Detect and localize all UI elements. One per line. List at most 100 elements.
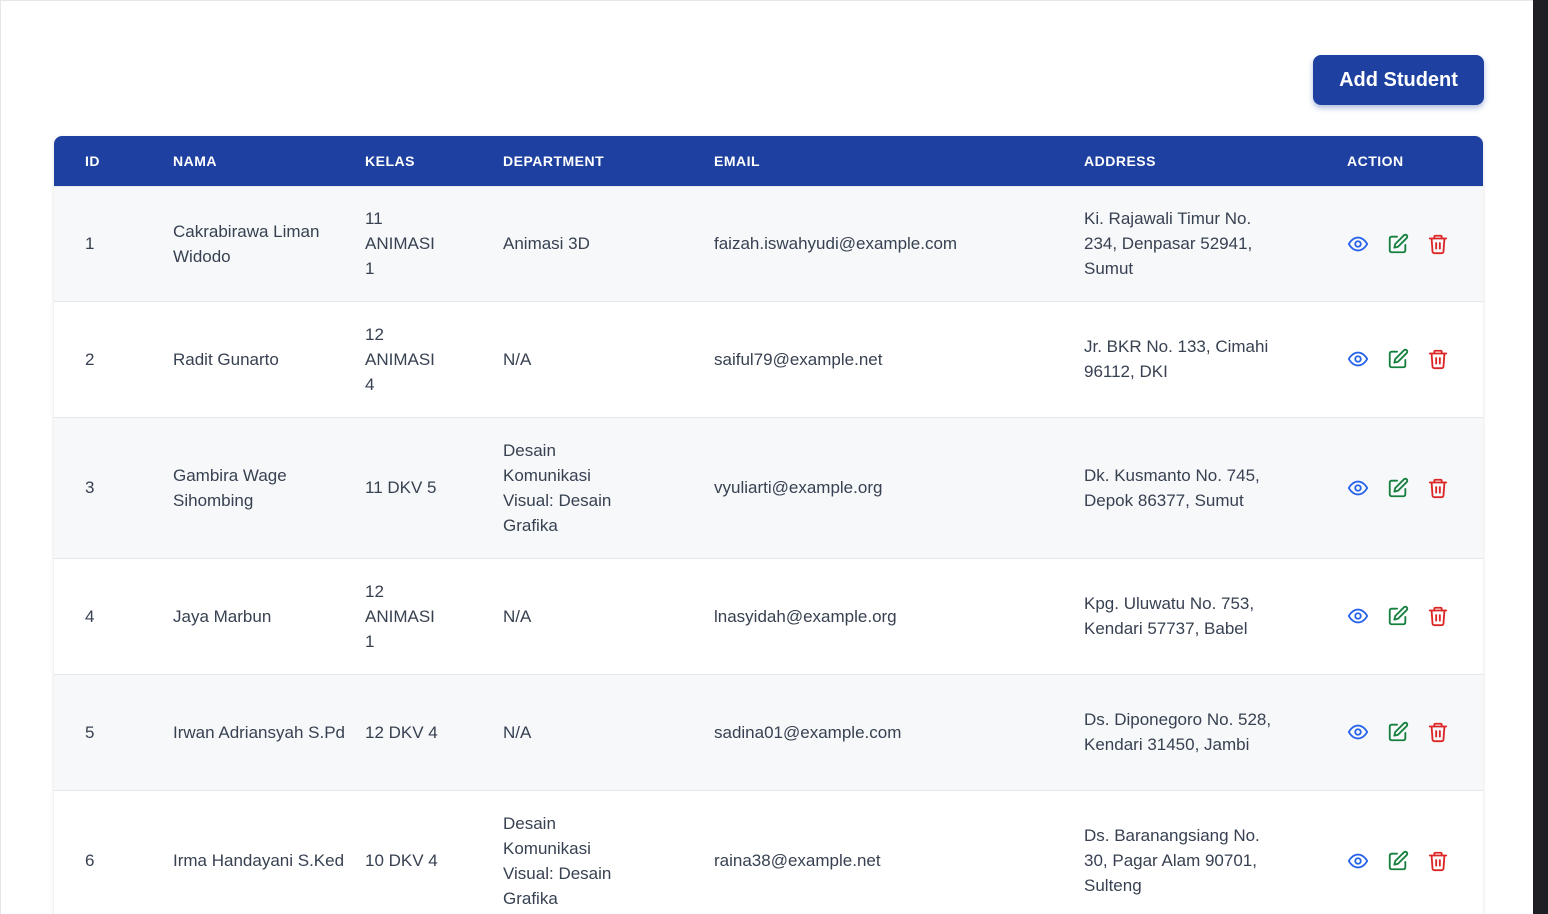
trash-icon[interactable]	[1427, 850, 1449, 872]
student-address: Jr. BKR No. 133, Cimahi 96112, DKI	[1084, 337, 1269, 381]
cell-address: Dk. Kusmanto No. 745, Depok 86377, Sumut	[1084, 416, 1347, 558]
cell-department: N/A	[503, 673, 714, 790]
eye-icon[interactable]	[1347, 348, 1369, 370]
student-class: 12 ANIMASI 1	[365, 581, 435, 651]
edit-icon[interactable]	[1387, 348, 1409, 370]
eye-icon[interactable]	[1347, 477, 1369, 499]
edit-icon[interactable]	[1387, 721, 1409, 743]
student-email: lnasyidah@example.org	[714, 606, 897, 626]
cell-id: 6	[54, 789, 173, 914]
trash-icon[interactable]	[1427, 477, 1449, 499]
student-id: 5	[85, 722, 95, 742]
student-class: 11 DKV 5	[365, 478, 437, 497]
student-class: 10 DKV 4	[365, 851, 438, 871]
student-email: faizah.iswahyudi@example.com	[714, 234, 958, 253]
student-address: Ds. Baranangsiang No. 30, Pagar Alam 907…	[1084, 826, 1260, 896]
header-nama: NAMA	[173, 152, 217, 169]
cell-nama: Jaya Marbun	[173, 557, 365, 674]
cell-kelas: 12 DKV 4	[365, 673, 503, 790]
trash-icon[interactable]	[1427, 348, 1449, 370]
cell-action	[1347, 300, 1483, 417]
student-name: Gambira Wage Sihombing	[173, 465, 287, 510]
cell-address: Ki. Rajawali Timur No. 234, Denpasar 529…	[1084, 185, 1347, 301]
student-department: N/A	[503, 349, 532, 369]
edit-icon[interactable]	[1387, 850, 1409, 872]
cell-email: lnasyidah@example.org	[714, 557, 1084, 674]
row-actions	[1347, 233, 1483, 255]
cell-id: 2	[54, 300, 173, 417]
eye-icon[interactable]	[1347, 721, 1369, 743]
row-actions	[1347, 850, 1483, 872]
page-container: Add Student ID NAMA KELAS DEPARTMENT EMA…	[0, 0, 1533, 914]
table-header-row: ID NAMA KELAS DEPARTMENT EMAIL ADDRESS A…	[54, 136, 1483, 186]
header-email: EMAIL	[714, 152, 761, 169]
add-student-button[interactable]: Add Student	[1313, 55, 1484, 105]
edit-icon[interactable]	[1387, 233, 1409, 255]
student-address: Kpg. Uluwatu No. 753, Kendari 57737, Bab…	[1084, 594, 1255, 638]
cell-nama: Gambira Wage Sihombing	[173, 416, 365, 558]
cell-id: 4	[54, 557, 173, 674]
student-name: Radit Gunarto	[173, 349, 279, 369]
table-row: 1 Cakrabirawa Liman Widodo 11 ANIMASI 1 …	[54, 185, 1483, 301]
eye-icon[interactable]	[1347, 850, 1369, 872]
student-department: Animasi 3D	[503, 234, 590, 253]
student-department: N/A	[503, 606, 532, 626]
cell-nama: Radit Gunarto	[173, 300, 365, 417]
edit-icon[interactable]	[1387, 605, 1409, 627]
cell-nama: Cakrabirawa Liman Widodo	[173, 185, 365, 301]
edit-icon[interactable]	[1387, 477, 1409, 499]
cell-email: raina38@example.net	[714, 789, 1084, 914]
cell-kelas: 12 ANIMASI 1	[365, 557, 503, 674]
cell-kelas: 10 DKV 4	[365, 789, 503, 914]
cell-department: Desain Komunikasi Visual: Desain Grafika	[503, 789, 714, 914]
student-id: 4	[85, 606, 95, 626]
cell-kelas: 12 ANIMASI 4	[365, 300, 503, 417]
student-class: 12 DKV 4	[365, 722, 438, 742]
header-address: ADDRESS	[1084, 152, 1156, 169]
student-name: Cakrabirawa Liman Widodo	[173, 221, 320, 266]
student-address: Ds. Diponegoro No. 528, Kendari 31450, J…	[1084, 710, 1272, 754]
trash-icon[interactable]	[1427, 605, 1449, 627]
trash-icon[interactable]	[1427, 233, 1449, 255]
cell-action	[1347, 416, 1483, 558]
cell-email: sadina01@example.com	[714, 673, 1084, 790]
cell-action	[1347, 673, 1483, 790]
student-email: saiful79@example.net	[714, 349, 883, 369]
header-action: ACTION	[1347, 152, 1404, 169]
student-email: vyuliarti@example.org	[714, 478, 883, 497]
student-address: Ki. Rajawali Timur No. 234, Denpasar 529…	[1084, 209, 1253, 278]
cell-department: Animasi 3D	[503, 185, 714, 301]
header-department: DEPARTMENT	[503, 152, 605, 169]
table-row: 5 Irwan Adriansyah S.Pd 12 DKV 4 N/A sad…	[54, 673, 1483, 790]
window-scrollbar[interactable]	[1533, 0, 1548, 914]
cell-address: Kpg. Uluwatu No. 753, Kendari 57737, Bab…	[1084, 557, 1347, 674]
trash-icon[interactable]	[1427, 721, 1449, 743]
cell-nama: Irma Handayani S.Ked	[173, 789, 365, 914]
student-department: N/A	[503, 722, 532, 742]
cell-address: Ds. Baranangsiang No. 30, Pagar Alam 907…	[1084, 789, 1347, 914]
cell-kelas: 11 ANIMASI 1	[365, 185, 503, 301]
cell-department: Desain Komunikasi Visual: Desain Grafika	[503, 416, 714, 558]
cell-kelas: 11 DKV 5	[365, 416, 503, 558]
cell-id: 5	[54, 673, 173, 790]
student-name: Irwan Adriansyah S.Pd	[173, 722, 345, 742]
row-actions	[1347, 721, 1483, 743]
student-id: 3	[85, 478, 95, 497]
cell-department: N/A	[503, 557, 714, 674]
table-row: 2 Radit Gunarto 12 ANIMASI 4 N/A saiful7…	[54, 300, 1483, 417]
table-row: 6 Irma Handayani S.Ked 10 DKV 4 Desain K…	[54, 789, 1483, 914]
table-row: 3 Gambira Wage Sihombing 11 DKV 5 Desain…	[54, 416, 1483, 558]
students-table-container: ID NAMA KELAS DEPARTMENT EMAIL ADDRESS A…	[54, 136, 1483, 914]
cell-action	[1347, 789, 1483, 914]
student-id: 1	[85, 234, 95, 253]
cell-nama: Irwan Adriansyah S.Pd	[173, 673, 365, 790]
cell-address: Ds. Diponegoro No. 528, Kendari 31450, J…	[1084, 673, 1347, 790]
cell-action	[1347, 185, 1483, 301]
student-department: Desain Komunikasi Visual: Desain Grafika	[503, 440, 612, 535]
cell-id: 1	[54, 185, 173, 301]
header-id: ID	[85, 152, 100, 169]
cell-email: saiful79@example.net	[714, 300, 1084, 417]
eye-icon[interactable]	[1347, 233, 1369, 255]
eye-icon[interactable]	[1347, 605, 1369, 627]
cell-email: faizah.iswahyudi@example.com	[714, 185, 1084, 301]
